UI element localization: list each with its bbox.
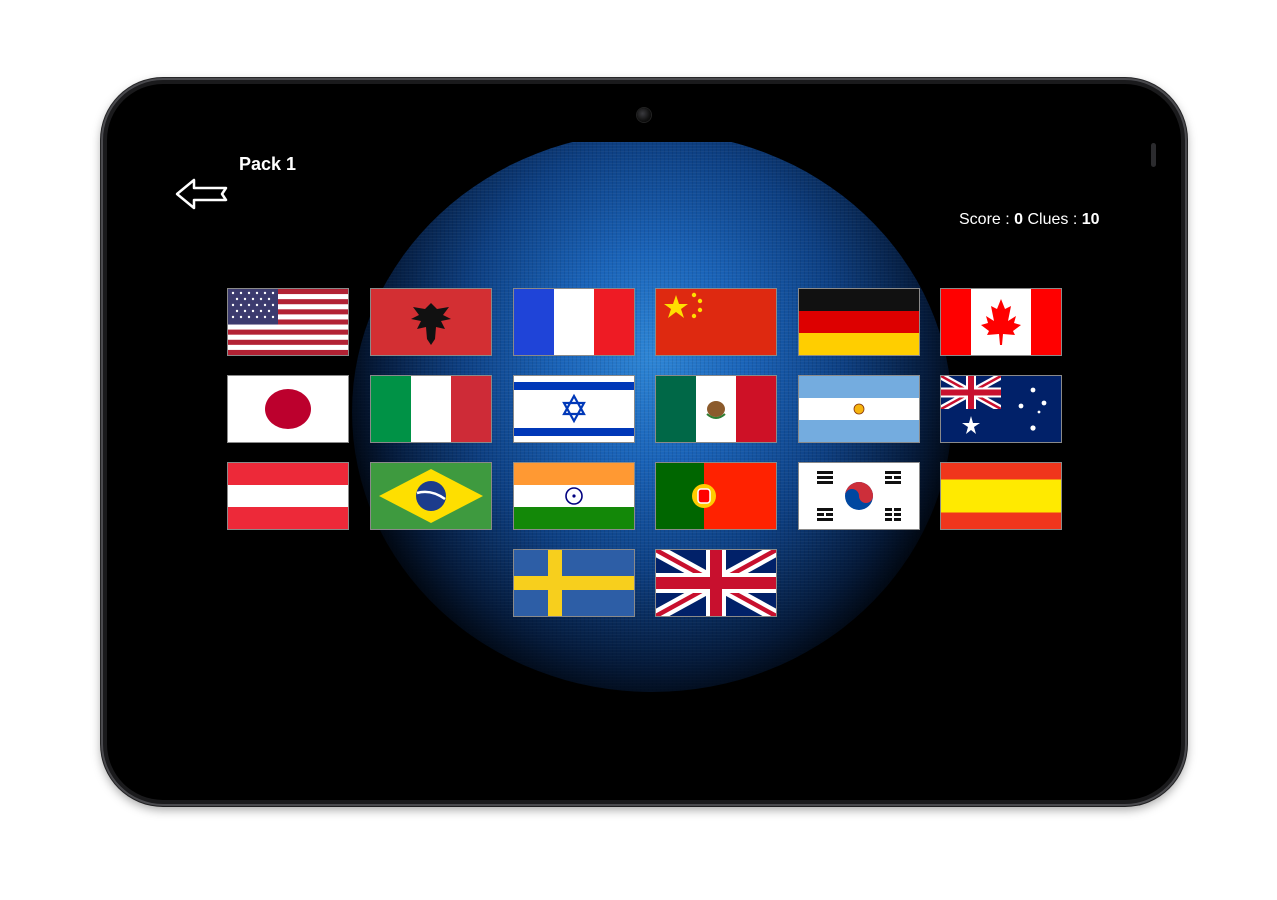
flag-usa[interactable] — [227, 288, 349, 356]
flag-austria[interactable] — [227, 462, 349, 530]
camera-icon — [637, 108, 651, 122]
flag-brazil[interactable] — [370, 462, 492, 530]
flag-china[interactable] — [655, 288, 777, 356]
back-button[interactable] — [174, 176, 230, 212]
flag-portugal[interactable] — [655, 462, 777, 530]
flag-india[interactable] — [513, 462, 635, 530]
game-screen — [152, 142, 1135, 768]
pack-title: Pack 1 — [239, 154, 297, 174]
clues-value: 10 — [1081, 211, 1100, 228]
flag-japan[interactable] — [227, 375, 349, 443]
flag-mexico[interactable] — [655, 375, 777, 443]
score-bar: Score : 0 Clues : 10 — [959, 211, 1100, 229]
flag-united-kingdom[interactable] — [655, 549, 777, 617]
flag-israel[interactable] — [513, 375, 635, 443]
clues-label: Clues : — [1023, 211, 1082, 228]
flag-south-korea[interactable] — [798, 462, 920, 530]
back-arrow-icon — [175, 178, 228, 210]
hardware-button — [1151, 143, 1156, 167]
flag-france[interactable] — [513, 288, 635, 356]
score-value: 0 — [1014, 211, 1024, 228]
flag-albania[interactable] — [370, 288, 492, 356]
flag-germany[interactable] — [798, 288, 920, 356]
flag-australia[interactable] — [940, 375, 1062, 443]
flag-canada[interactable] — [940, 288, 1062, 356]
flag-italy[interactable] — [370, 375, 492, 443]
flag-argentina[interactable] — [798, 375, 920, 443]
flag-spain[interactable] — [940, 462, 1062, 530]
score-label: Score : — [959, 211, 1015, 228]
flag-sweden[interactable] — [513, 549, 635, 617]
